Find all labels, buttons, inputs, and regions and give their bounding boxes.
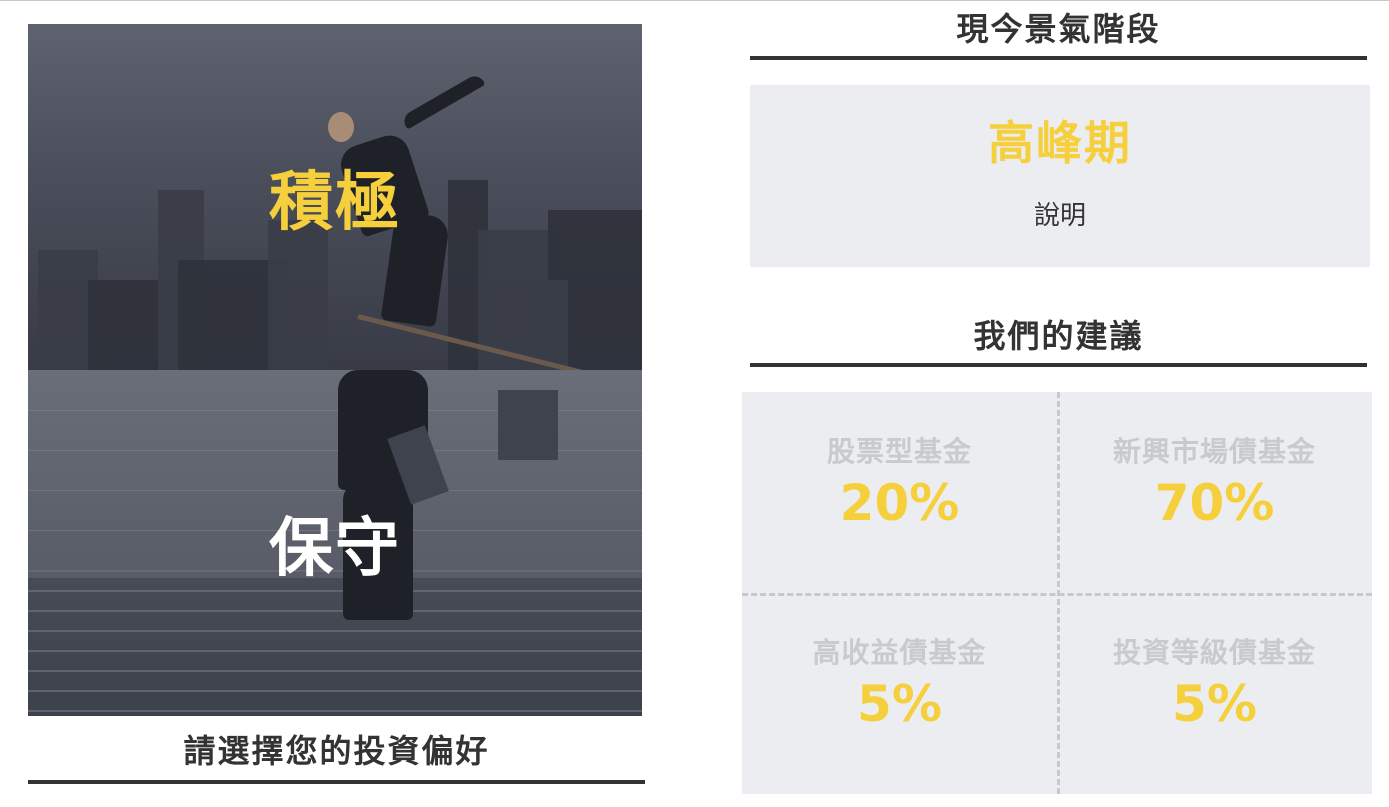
preference-panel: 積極 保守 請選擇您的投資偏好: [28, 24, 645, 784]
conservative-option[interactable]: 保守: [28, 370, 642, 716]
grid-divider-horizontal: [742, 593, 1372, 596]
cycle-title: 現今景氣階段: [750, 0, 1367, 60]
aggressive-label: 積極: [269, 166, 401, 240]
recommendation-title: 我們的建議: [750, 307, 1367, 367]
phase-name: 高峰期: [988, 116, 1132, 170]
allocation-cell: 新興市場債基金 70%: [1057, 392, 1372, 593]
aggressive-option[interactable]: 積極: [28, 24, 642, 370]
phase-description-link[interactable]: 說明: [750, 195, 1370, 232]
fund-name: 高收益債基金: [812, 636, 987, 669]
conservative-label: 保守: [269, 512, 401, 586]
fund-percent: 70%: [1154, 474, 1275, 532]
fund-name: 新興市場債基金: [1112, 435, 1316, 468]
cycle-panel: 現今景氣階段 高峰期 說明 我們的建議: [750, 0, 1370, 367]
fund-name: 股票型基金: [826, 435, 972, 468]
phase-card: 高峰期 說明: [750, 85, 1370, 267]
fund-percent: 5%: [1172, 675, 1257, 733]
fund-percent: 20%: [839, 474, 960, 532]
fund-name: 投資等級債基金: [1112, 636, 1316, 669]
preference-title: 請選擇您的投資偏好: [28, 726, 645, 784]
allocation-cell: 股票型基金 20%: [742, 392, 1057, 593]
fund-percent: 5%: [857, 675, 942, 733]
allocation-grid: 股票型基金 20% 新興市場債基金 70% 高收益債基金 5% 投資等級債基金 …: [742, 392, 1372, 794]
allocation-cell: 高收益債基金 5%: [742, 593, 1057, 794]
allocation-cell: 投資等級債基金 5%: [1057, 593, 1372, 794]
